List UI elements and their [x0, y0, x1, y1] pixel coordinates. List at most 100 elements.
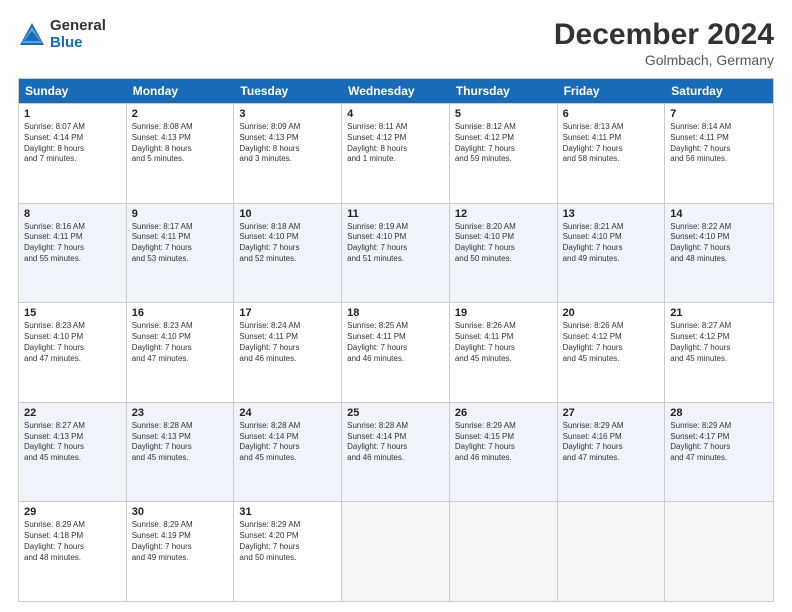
day-number: 15	[24, 307, 121, 319]
day-info: Sunrise: 8:16 AM Sunset: 4:11 PM Dayligh…	[24, 222, 121, 265]
calendar-day-19: 19 Sunrise: 8:26 AM Sunset: 4:11 PM Dayli…	[450, 303, 558, 402]
day-info: Sunrise: 8:22 AM Sunset: 4:10 PM Dayligh…	[670, 222, 768, 265]
day-number: 24	[239, 407, 336, 419]
calendar-header: SundayMondayTuesdayWednesdayThursdayFrid…	[19, 79, 773, 103]
day-number: 5	[455, 108, 552, 120]
day-number: 22	[24, 407, 121, 419]
day-number: 1	[24, 108, 121, 120]
day-number: 8	[24, 208, 121, 220]
calendar-day-20: 20 Sunrise: 8:26 AM Sunset: 4:12 PM Dayli…	[558, 303, 666, 402]
calendar-day-12: 12Sunrise: 8:20 AM Sunset: 4:10 PM Dayli…	[450, 204, 558, 303]
calendar-day-11: 11 Sunrise: 8:19 AM Sunset: 4:10 PM Dayli…	[342, 204, 450, 303]
calendar-day-9: 9Sunrise: 8:17 AM Sunset: 4:11 PM Daylig…	[127, 204, 235, 303]
day-info: Sunrise: 8:19 AM Sunset: 4:10 PM Dayligh…	[347, 222, 444, 265]
calendar-empty-cell	[450, 502, 558, 601]
calendar-day-5: 5Sunrise: 8:12 AM Sunset: 4:12 PM Daylig…	[450, 104, 558, 203]
day-number: 23	[132, 407, 229, 419]
page: General Blue December 2024 Golmbach, Ger…	[0, 0, 792, 612]
calendar-empty-cell	[342, 502, 450, 601]
calendar-day-10: 10 Sunrise: 8:18 AM Sunset: 4:10 PM Dayli…	[234, 204, 342, 303]
day-info: Sunrise: 8:07 AM Sunset: 4:14 PM Dayligh…	[24, 122, 121, 165]
weekday-header-tuesday: Tuesday	[234, 79, 342, 103]
day-number: 29	[24, 506, 121, 518]
calendar-day-25: 25Sunrise: 8:28 AM Sunset: 4:14 PM Dayli…	[342, 403, 450, 502]
calendar-row: 29Sunrise: 8:29 AM Sunset: 4:18 PM Dayli…	[19, 501, 773, 601]
day-info: Sunrise: 8:17 AM Sunset: 4:11 PM Dayligh…	[132, 222, 229, 265]
day-info: Sunrise: 8:13 AM Sunset: 4:11 PM Dayligh…	[563, 122, 660, 165]
day-info: Sunrise: 8:27 AM Sunset: 4:13 PM Dayligh…	[24, 421, 121, 464]
calendar-day-18: 18Sunrise: 8:25 AM Sunset: 4:11 PM Dayli…	[342, 303, 450, 402]
calendar-day-30: 30 Sunrise: 8:29 AM Sunset: 4:19 PM Dayli…	[127, 502, 235, 601]
weekday-header-friday: Friday	[558, 79, 666, 103]
calendar-row: 22 Sunrise: 8:27 AM Sunset: 4:13 PM Dayli…	[19, 402, 773, 502]
calendar-row: 8 Sunrise: 8:16 AM Sunset: 4:11 PM Daylig…	[19, 203, 773, 303]
day-number: 12	[455, 208, 552, 220]
day-info: Sunrise: 8:23 AM Sunset: 4:10 PM Dayligh…	[24, 321, 121, 364]
calendar-day-4: 4 Sunrise: 8:11 AM Sunset: 4:12 PM Daylig…	[342, 104, 450, 203]
day-info: Sunrise: 8:29 AM Sunset: 4:20 PM Dayligh…	[239, 520, 336, 563]
day-number: 28	[670, 407, 768, 419]
day-number: 17	[239, 307, 336, 319]
weekday-header-wednesday: Wednesday	[342, 79, 450, 103]
day-info: Sunrise: 8:29 AM Sunset: 4:19 PM Dayligh…	[132, 520, 229, 563]
calendar-day-3: 3 Sunrise: 8:09 AM Sunset: 4:13 PM Daylig…	[234, 104, 342, 203]
day-number: 21	[670, 307, 768, 319]
calendar-day-26: 26Sunrise: 8:29 AM Sunset: 4:15 PM Dayli…	[450, 403, 558, 502]
calendar-empty-cell	[558, 502, 666, 601]
day-info: Sunrise: 8:27 AM Sunset: 4:12 PM Dayligh…	[670, 321, 768, 364]
day-info: Sunrise: 8:26 AM Sunset: 4:11 PM Dayligh…	[455, 321, 552, 364]
logo-icon	[18, 21, 46, 49]
day-info: Sunrise: 8:26 AM Sunset: 4:12 PM Dayligh…	[563, 321, 660, 364]
day-info: Sunrise: 8:14 AM Sunset: 4:11 PM Dayligh…	[670, 122, 768, 165]
calendar-day-2: 2Sunrise: 8:08 AM Sunset: 4:13 PM Daylig…	[127, 104, 235, 203]
logo: General Blue	[18, 18, 106, 51]
day-info: Sunrise: 8:11 AM Sunset: 4:12 PM Dayligh…	[347, 122, 444, 165]
day-info: Sunrise: 8:29 AM Sunset: 4:16 PM Dayligh…	[563, 421, 660, 464]
calendar-day-8: 8 Sunrise: 8:16 AM Sunset: 4:11 PM Daylig…	[19, 204, 127, 303]
calendar-day-21: 21 Sunrise: 8:27 AM Sunset: 4:12 PM Dayli…	[665, 303, 773, 402]
calendar-day-24: 24Sunrise: 8:28 AM Sunset: 4:14 PM Dayli…	[234, 403, 342, 502]
day-number: 31	[239, 506, 336, 518]
calendar-day-6: 6 Sunrise: 8:13 AM Sunset: 4:11 PM Daylig…	[558, 104, 666, 203]
day-number: 3	[239, 108, 336, 120]
calendar-day-16: 16Sunrise: 8:23 AM Sunset: 4:10 PM Dayli…	[127, 303, 235, 402]
day-info: Sunrise: 8:21 AM Sunset: 4:10 PM Dayligh…	[563, 222, 660, 265]
weekday-header-saturday: Saturday	[665, 79, 773, 103]
calendar-day-22: 22 Sunrise: 8:27 AM Sunset: 4:13 PM Dayli…	[19, 403, 127, 502]
calendar-day-17: 17 Sunrise: 8:24 AM Sunset: 4:11 PM Dayli…	[234, 303, 342, 402]
calendar-row: 15 Sunrise: 8:23 AM Sunset: 4:10 PM Dayli…	[19, 302, 773, 402]
calendar-day-15: 15 Sunrise: 8:23 AM Sunset: 4:10 PM Dayli…	[19, 303, 127, 402]
calendar-body: 1 Sunrise: 8:07 AM Sunset: 4:14 PM Daylig…	[19, 103, 773, 601]
calendar-row: 1 Sunrise: 8:07 AM Sunset: 4:14 PM Daylig…	[19, 103, 773, 203]
day-info: Sunrise: 8:29 AM Sunset: 4:17 PM Dayligh…	[670, 421, 768, 464]
calendar-day-13: 13 Sunrise: 8:21 AM Sunset: 4:10 PM Dayli…	[558, 204, 666, 303]
logo-text: General Blue	[50, 18, 106, 51]
calendar-day-27: 27Sunrise: 8:29 AM Sunset: 4:16 PM Dayli…	[558, 403, 666, 502]
day-number: 18	[347, 307, 444, 319]
weekday-header-sunday: Sunday	[19, 79, 127, 103]
day-number: 6	[563, 108, 660, 120]
calendar-day-1: 1 Sunrise: 8:07 AM Sunset: 4:14 PM Daylig…	[19, 104, 127, 203]
day-number: 13	[563, 208, 660, 220]
calendar-day-31: 31 Sunrise: 8:29 AM Sunset: 4:20 PM Dayli…	[234, 502, 342, 601]
day-info: Sunrise: 8:29 AM Sunset: 4:15 PM Dayligh…	[455, 421, 552, 464]
day-number: 19	[455, 307, 552, 319]
day-info: Sunrise: 8:18 AM Sunset: 4:10 PM Dayligh…	[239, 222, 336, 265]
calendar-day-14: 14 Sunrise: 8:22 AM Sunset: 4:10 PM Dayli…	[665, 204, 773, 303]
day-number: 30	[132, 506, 229, 518]
month-title: December 2024	[554, 18, 774, 52]
day-number: 11	[347, 208, 444, 220]
day-number: 7	[670, 108, 768, 120]
day-info: Sunrise: 8:24 AM Sunset: 4:11 PM Dayligh…	[239, 321, 336, 364]
weekday-header-monday: Monday	[127, 79, 235, 103]
logo-general: General	[50, 18, 106, 35]
day-number: 4	[347, 108, 444, 120]
calendar-day-23: 23 Sunrise: 8:28 AM Sunset: 4:13 PM Dayli…	[127, 403, 235, 502]
day-number: 10	[239, 208, 336, 220]
day-number: 14	[670, 208, 768, 220]
day-info: Sunrise: 8:28 AM Sunset: 4:13 PM Dayligh…	[132, 421, 229, 464]
calendar-day-29: 29Sunrise: 8:29 AM Sunset: 4:18 PM Dayli…	[19, 502, 127, 601]
calendar-day-7: 7 Sunrise: 8:14 AM Sunset: 4:11 PM Daylig…	[665, 104, 773, 203]
day-number: 20	[563, 307, 660, 319]
day-info: Sunrise: 8:09 AM Sunset: 4:13 PM Dayligh…	[239, 122, 336, 165]
